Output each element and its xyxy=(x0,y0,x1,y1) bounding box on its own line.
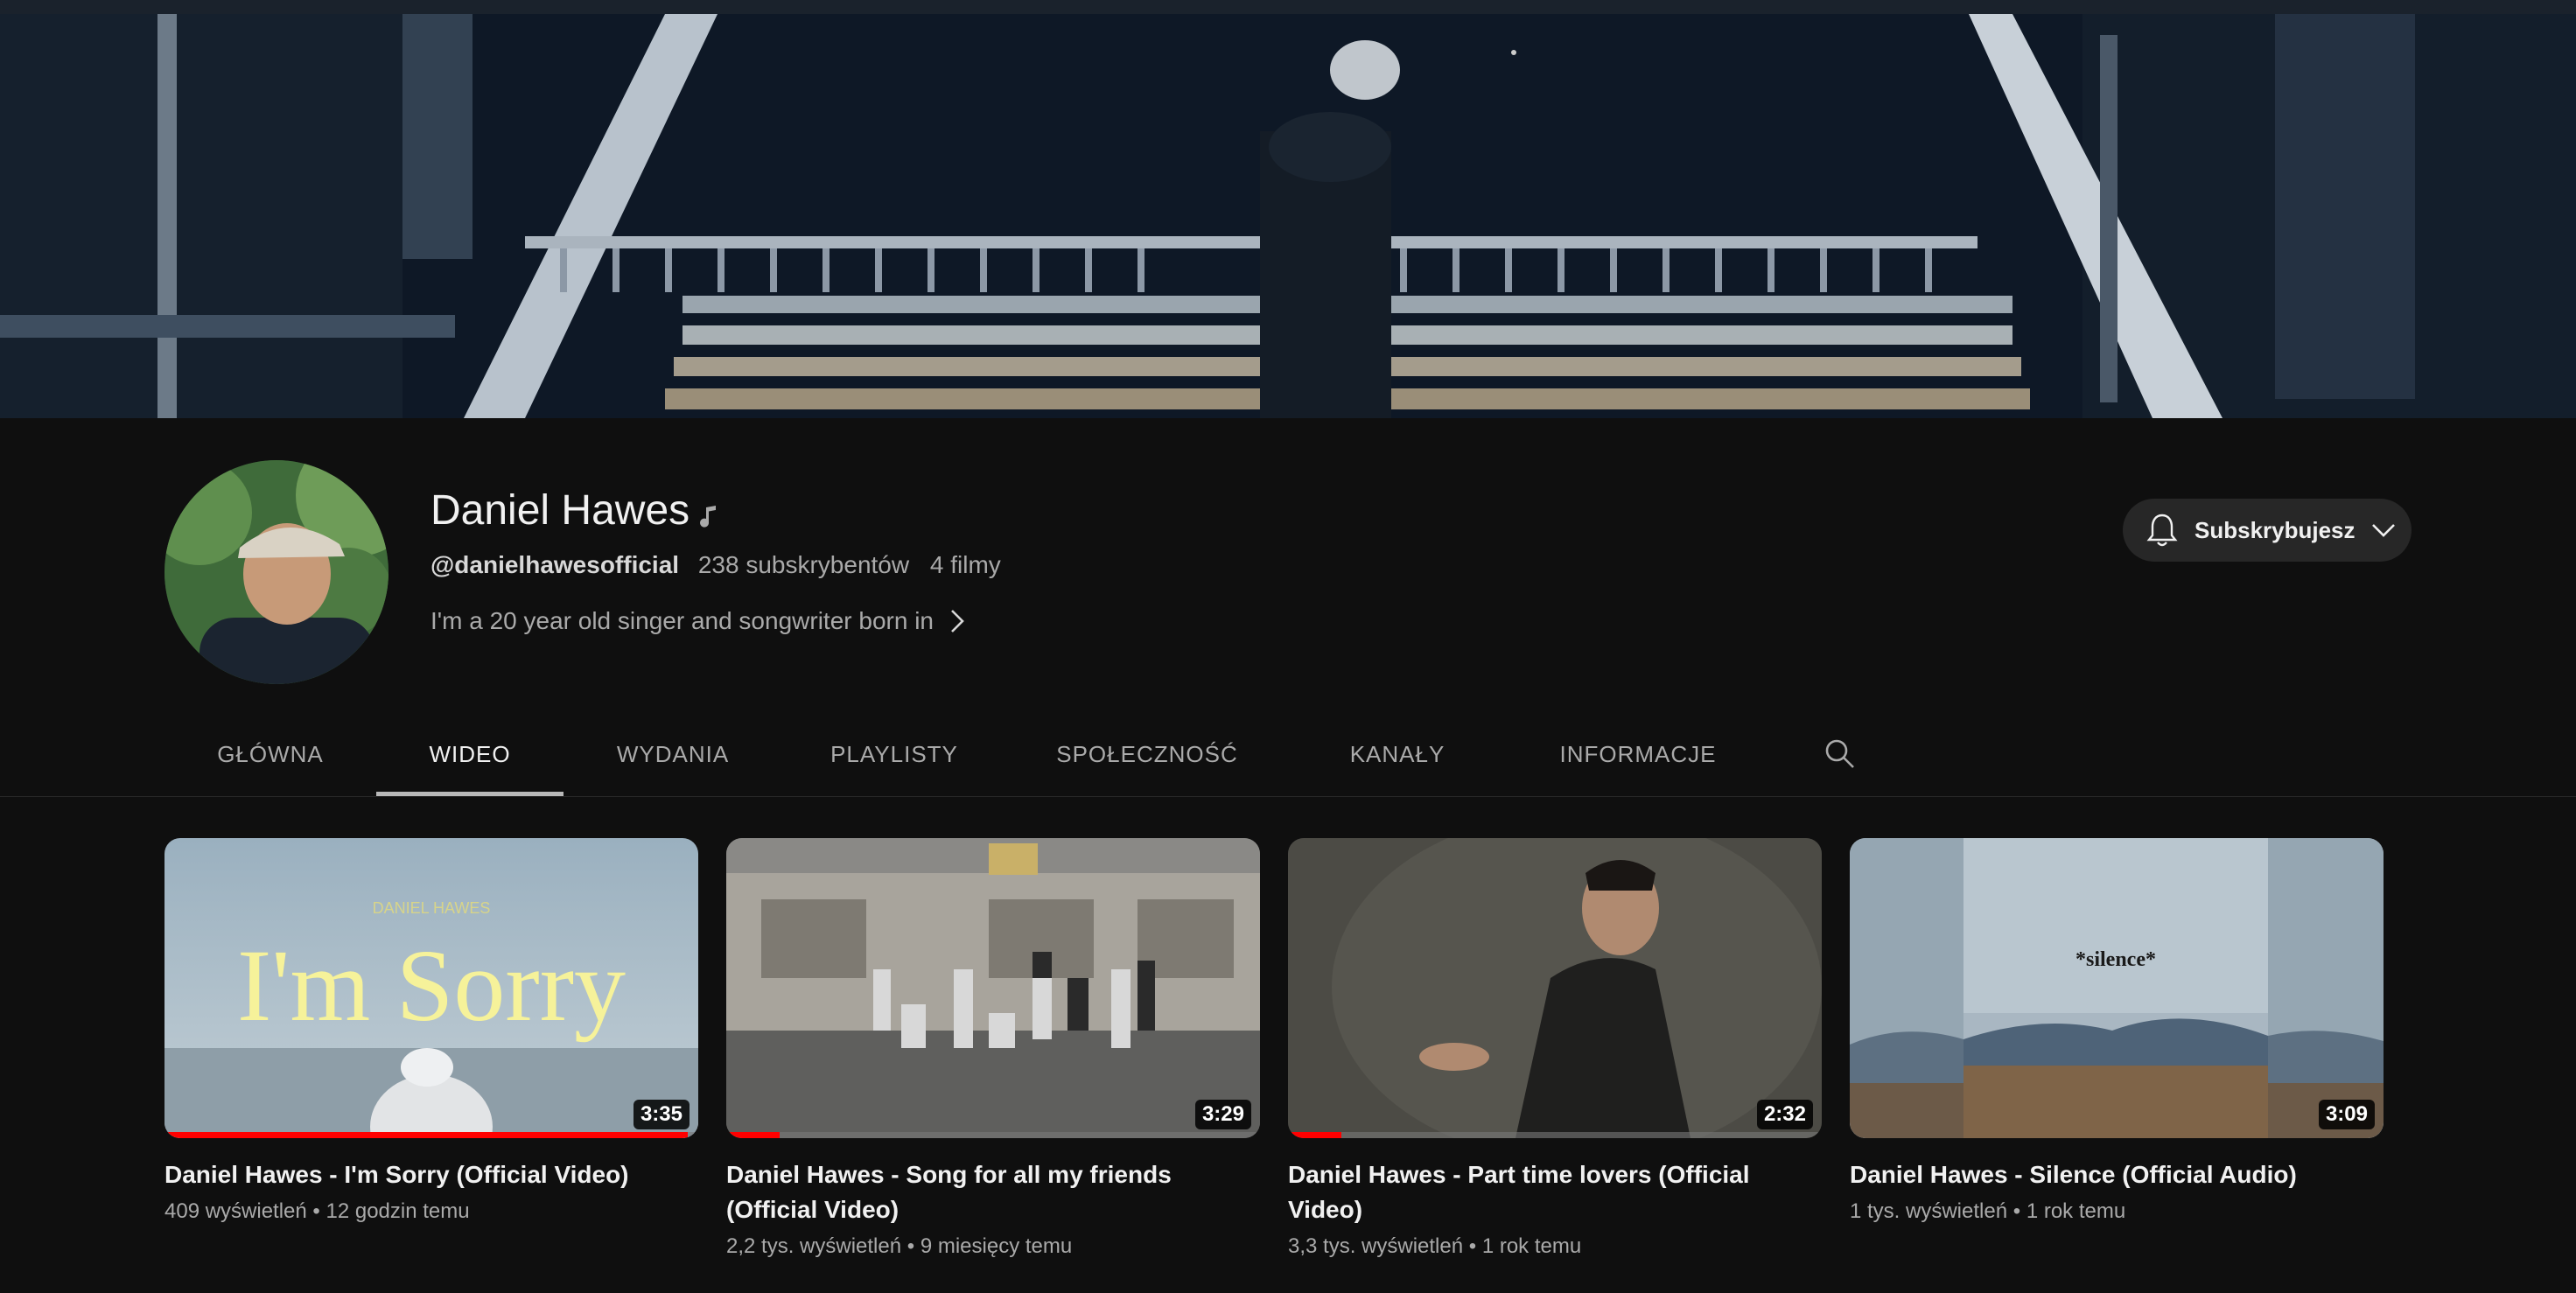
avatar-image xyxy=(164,460,388,684)
tabs-divider xyxy=(0,796,2576,797)
subscriber-count: 238 subskrybentów xyxy=(697,551,910,578)
tab-playlists[interactable]: PLAYLISTY xyxy=(782,717,1006,796)
upload-age: 1 rok temu xyxy=(1481,1234,1582,1258)
watch-progress-track xyxy=(1288,1132,1822,1138)
subscribe-label: Subskrybujesz xyxy=(2194,516,2356,543)
meta-dot: • xyxy=(1468,1234,1482,1258)
watch-progress-track xyxy=(164,1132,698,1138)
thumbnail-image: DANIEL HAWES I'm Sorry xyxy=(164,838,698,1138)
video-thumbnail[interactable]: DANIEL HAWES I'm Sorry 3:35 xyxy=(164,838,698,1138)
music-note-icon xyxy=(700,506,716,528)
video-meta: 1 tys. wyświetleń • 1 rok temu xyxy=(1850,1199,2384,1224)
bell-icon xyxy=(2146,514,2178,547)
channel-description[interactable]: I'm a 20 year old singer and songwriter … xyxy=(430,607,965,635)
watch-progress-track xyxy=(726,1132,1260,1138)
meta-dot: • xyxy=(312,1199,326,1223)
thumb-title-text: *silence* xyxy=(2076,948,2156,971)
description-text: I'm a 20 year old singer and songwriter … xyxy=(430,607,934,634)
tab-videos[interactable]: WIDEO xyxy=(376,717,564,796)
channel-avatar[interactable] xyxy=(164,460,388,684)
watch-progress-fill xyxy=(1288,1132,1341,1138)
meta-dot: • xyxy=(906,1234,920,1258)
video-meta: 409 wyświetleń • 12 godzin temu xyxy=(164,1199,698,1224)
video-card[interactable]: *silence* 3:09 Daniel Hawes - Silence (O… xyxy=(1850,838,2384,1224)
upload-age: 12 godzin temu xyxy=(326,1199,470,1223)
thumbnail-image: *silence* xyxy=(1850,838,2384,1138)
video-thumbnail[interactable]: 2:32 xyxy=(1288,838,1822,1138)
thumb-title-text: I'm Sorry xyxy=(237,928,626,1043)
tab-home[interactable]: GŁÓWNA xyxy=(164,717,376,796)
video-meta: 2,2 tys. wyświetleń • 9 miesięcy temu xyxy=(726,1234,1260,1259)
video-meta: 3,3 tys. wyświetleń • 1 rok temu xyxy=(1288,1234,1822,1259)
watch-progress-fill xyxy=(726,1132,780,1138)
meta-dot: • xyxy=(2012,1199,2026,1223)
tab-channels[interactable]: KANAŁY xyxy=(1288,717,1507,796)
tab-about[interactable]: INFORMACJE xyxy=(1507,717,1769,796)
subscribe-button[interactable]: Subskrybujesz xyxy=(2123,499,2412,562)
tab-community[interactable]: SPOŁECZNOŚĆ xyxy=(1006,717,1288,796)
video-thumbnail[interactable]: 3:29 xyxy=(726,838,1260,1138)
video-card[interactable]: DANIEL HAWES I'm Sorry 3:35 Daniel Hawes… xyxy=(164,838,698,1224)
channel-banner xyxy=(0,0,2576,418)
upload-age: 1 rok temu xyxy=(2026,1199,2126,1223)
video-thumbnail[interactable]: *silence* 3:09 xyxy=(1850,838,2384,1138)
chevron-right-icon xyxy=(951,610,964,633)
tab-releases[interactable]: WYDANIA xyxy=(564,717,782,796)
channel-tabs: GŁÓWNA WIDEO WYDANIA PLAYLISTY SPOŁECZNO… xyxy=(164,717,2440,796)
channel-handle: @danielhawesofficial xyxy=(430,551,680,578)
view-count: 3,3 tys. wyświetleń xyxy=(1288,1234,1464,1258)
banner-image xyxy=(0,0,2576,418)
chevron-down-icon xyxy=(2371,524,2395,537)
thumbnail-image xyxy=(726,838,1260,1138)
thumb-subtext: DANIEL HAWES xyxy=(373,899,491,917)
video-title[interactable]: Daniel Hawes - Part time lovers (Officia… xyxy=(1288,1157,1813,1227)
channel-meta: @danielhawesofficial 238 subskrybentów 4… xyxy=(430,551,1001,579)
search-icon[interactable] xyxy=(1824,737,1855,769)
video-title[interactable]: Daniel Hawes - Silence (Official Audio) xyxy=(1850,1157,2375,1192)
video-title[interactable]: Daniel Hawes - I'm Sorry (Official Video… xyxy=(164,1157,690,1192)
channel-name: Daniel Hawes xyxy=(430,487,690,534)
video-duration: 2:32 xyxy=(1756,1100,1813,1129)
video-duration: 3:09 xyxy=(2318,1100,2375,1129)
video-card[interactable]: 3:29 Daniel Hawes - Song for all my frie… xyxy=(726,838,1260,1259)
thumbnail-image xyxy=(1288,838,1822,1138)
view-count: 2,2 tys. wyświetleń xyxy=(726,1234,902,1258)
channel-page: Daniel Hawes @danielhawesofficial 238 su… xyxy=(0,0,2576,1293)
watch-progress-fill xyxy=(164,1132,688,1138)
upload-age: 9 miesięcy temu xyxy=(920,1234,1073,1258)
video-duration: 3:35 xyxy=(633,1100,690,1129)
video-duration: 3:29 xyxy=(1194,1100,1251,1129)
video-card[interactable]: 2:32 Daniel Hawes - Part time lovers (Of… xyxy=(1288,838,1822,1259)
video-count: 4 filmy xyxy=(929,551,1001,578)
video-title[interactable]: Daniel Hawes - Song for all my friends (… xyxy=(726,1157,1251,1227)
view-count: 1 tys. wyświetleń xyxy=(1850,1199,2008,1223)
view-count: 409 wyświetleń xyxy=(164,1199,307,1223)
